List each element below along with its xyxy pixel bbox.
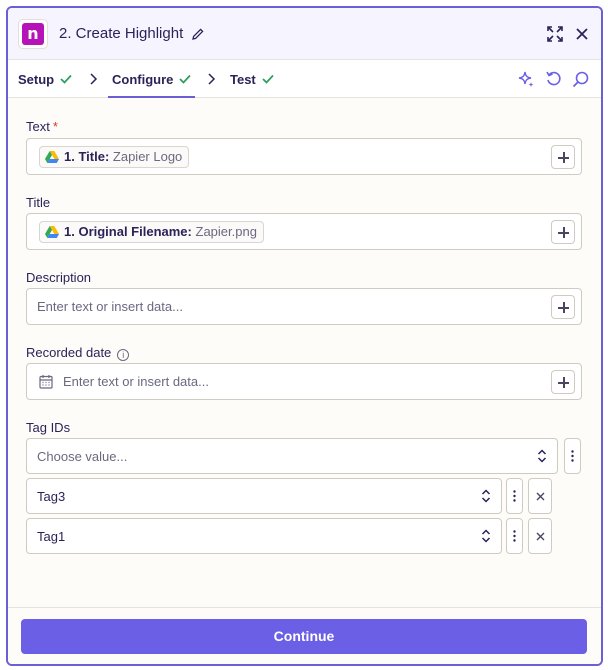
refresh-icon[interactable] [545, 70, 563, 88]
panel-header: n 2. Create Highlight [8, 8, 601, 60]
title-field[interactable]: 1. Original Filename: Zapier.png [26, 213, 582, 250]
step-tabs: Setup Configure Test [8, 60, 601, 98]
chevron-right-icon [208, 73, 216, 85]
more-vertical-icon [513, 490, 516, 502]
recorded-date-field[interactable]: Enter text or insert data... [26, 363, 582, 400]
step-title: 2. Create Highlight [59, 25, 184, 42]
description-placeholder: Enter text or insert data... [37, 299, 183, 314]
chevron-up-down-icon [537, 449, 547, 463]
info-icon[interactable]: i [117, 349, 130, 361]
pill-value: Zapier.png [195, 224, 257, 239]
tag-ids-select[interactable]: Choose value... [26, 438, 558, 474]
description-field-label: Description [26, 270, 92, 285]
close-icon [536, 492, 544, 500]
required-marker: * [52, 119, 58, 134]
pill-step: 1. Title: [64, 149, 110, 164]
more-options-button[interactable] [506, 518, 523, 554]
tab-test[interactable]: Test [230, 60, 274, 98]
google-drive-icon [45, 226, 59, 238]
search-icon[interactable] [572, 70, 590, 88]
tag-value-select[interactable]: Tag1 [26, 518, 502, 554]
remove-tag-button[interactable] [528, 518, 552, 554]
pill-value: Zapier Logo [112, 149, 183, 164]
check-icon [262, 74, 274, 84]
mapped-data-pill[interactable]: 1. Title: Zapier Logo [39, 146, 190, 168]
more-vertical-icon [513, 530, 516, 542]
check-icon [60, 74, 72, 84]
label-text: Text [26, 119, 50, 134]
tag-value: Tag3 [37, 489, 66, 504]
insert-data-button[interactable] [551, 145, 575, 169]
title-field-label: Title [26, 195, 51, 210]
google-drive-icon [45, 151, 59, 163]
remove-tag-button[interactable] [528, 478, 552, 514]
tab-setup[interactable]: Setup [18, 60, 72, 98]
chevron-right-icon [90, 73, 98, 85]
check-icon [179, 74, 192, 84]
tab-configure[interactable]: Configure [107, 60, 196, 98]
insert-data-button[interactable] [551, 295, 575, 319]
tab-label: Configure [112, 71, 174, 87]
more-options-button[interactable] [564, 438, 581, 474]
description-field[interactable]: Enter text or insert data... [26, 288, 582, 325]
more-vertical-icon [571, 450, 574, 462]
expand-icon[interactable] [545, 24, 565, 44]
close-icon[interactable] [572, 24, 592, 44]
pill-step: 1. Original Filename: [64, 224, 192, 239]
panel-footer: Continue [8, 607, 601, 664]
edit-pencil-icon[interactable] [191, 27, 205, 41]
continue-button[interactable]: Continue [21, 619, 587, 654]
recorded-date-field-label: Recorded date i [26, 345, 130, 361]
tag-value-select[interactable]: Tag3 [26, 478, 502, 514]
text-field[interactable]: 1. Title: Zapier Logo [26, 138, 582, 175]
tag-value: Tag1 [37, 529, 66, 544]
close-icon [536, 532, 544, 540]
insert-data-button[interactable] [551, 220, 575, 244]
label-text: Recorded date [26, 345, 112, 360]
tag-ids-placeholder: Choose value... [37, 449, 128, 464]
chevron-up-down-icon [481, 529, 491, 543]
more-options-button[interactable] [506, 478, 523, 514]
tab-label: Test [230, 71, 256, 87]
mapped-data-pill[interactable]: 1. Original Filename: Zapier.png [39, 221, 264, 243]
recorded-date-placeholder: Enter text or insert data... [63, 374, 209, 389]
tag-ids-field-label: Tag IDs [26, 420, 71, 435]
insert-data-button[interactable] [551, 370, 575, 394]
chevron-up-down-icon [481, 489, 491, 503]
ai-sparkle-icon[interactable] [517, 70, 535, 88]
app-icon: n [18, 19, 48, 49]
tab-label: Setup [18, 71, 55, 87]
app-logo: n [22, 23, 44, 45]
calendar-icon [39, 375, 53, 389]
text-field-label: Text * [26, 119, 58, 134]
step-editor-panel: n 2. Create Highlight Setup Configure Te… [6, 6, 603, 666]
